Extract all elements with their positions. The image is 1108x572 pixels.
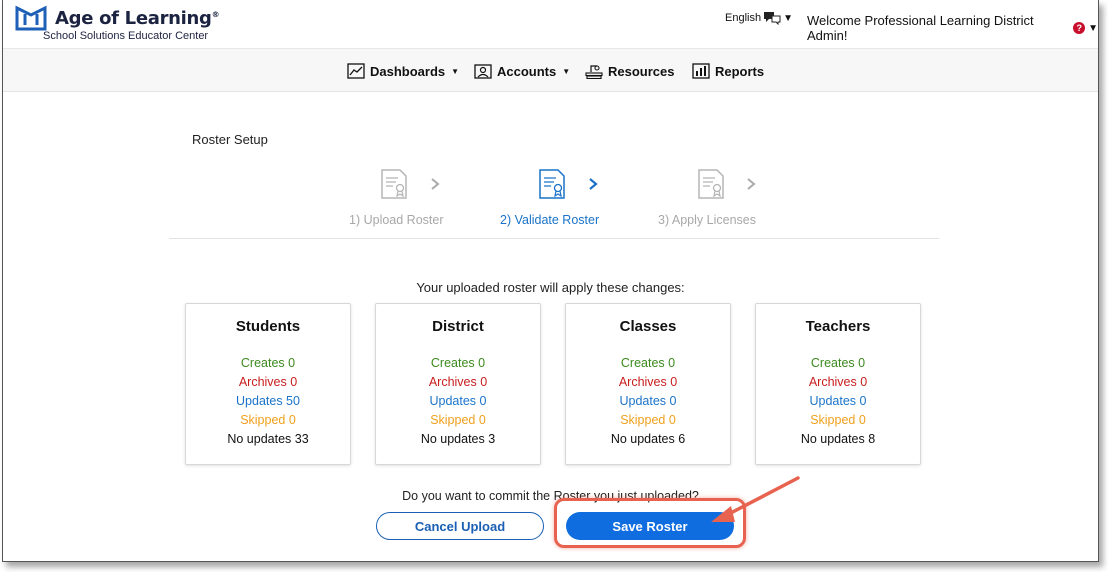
user-menu[interactable]: Welcome Professional Learning District A… bbox=[807, 13, 1098, 43]
divider bbox=[169, 238, 939, 239]
summary-card-district: District Creates 0 Archives 0 Updates 0 … bbox=[375, 303, 541, 465]
chart-icon bbox=[347, 63, 365, 79]
creates-count: Creates 0 bbox=[810, 356, 866, 370]
no-updates-count: No updates 3 bbox=[420, 432, 496, 446]
callout-arrow-icon bbox=[711, 476, 800, 522]
nav-item-resources[interactable]: Resources bbox=[585, 63, 674, 79]
step-label: 2) Validate Roster bbox=[500, 213, 600, 227]
updates-count: Updates 0 bbox=[619, 394, 677, 408]
updates-count: Updates 0 bbox=[809, 394, 867, 408]
document-certificate-icon bbox=[698, 169, 724, 199]
language-label: English bbox=[725, 12, 762, 24]
top-header: Age of Learning® School Solutions Educat… bbox=[3, 0, 1098, 48]
chevron-down-icon: ▼ bbox=[562, 66, 571, 76]
nav-item-label: Reports bbox=[715, 63, 765, 79]
chevron-right-icon bbox=[589, 178, 598, 190]
cancel-upload-button[interactable]: Cancel Upload bbox=[376, 512, 544, 540]
archives-count: Archives 0 bbox=[238, 375, 298, 389]
nav-item-label: Resources bbox=[608, 63, 675, 79]
language-selector[interactable]: English ▼ bbox=[725, 11, 793, 25]
no-updates-count: No updates 8 bbox=[800, 432, 876, 446]
archives-count: Archives 0 bbox=[618, 375, 678, 389]
step-label: 3) Apply Licenses bbox=[658, 213, 756, 227]
skipped-count: Skipped 0 bbox=[430, 413, 486, 427]
nav-item-accounts[interactable]: Accounts ▼ bbox=[474, 63, 570, 79]
nav-item-label: Accounts bbox=[497, 63, 557, 79]
creates-count: Creates 0 bbox=[240, 356, 296, 370]
chevron-right-icon bbox=[431, 178, 440, 190]
chevron-down-icon: ▼ bbox=[783, 12, 793, 24]
nav-item-label: Dashboards bbox=[370, 63, 446, 79]
chevron-right-icon bbox=[747, 178, 756, 190]
accounts-icon bbox=[474, 64, 492, 79]
no-updates-count: No updates 6 bbox=[610, 432, 686, 446]
no-updates-count: No updates 33 bbox=[227, 432, 309, 446]
card-title: Classes bbox=[619, 318, 677, 335]
summary-card-classes: Classes Creates 0 Archives 0 Updates 0 S… bbox=[565, 303, 731, 465]
commit-question: Do you want to commit the Roster you jus… bbox=[402, 489, 699, 503]
nav-item-dashboards[interactable]: Dashboards ▼ bbox=[347, 63, 459, 79]
books-icon bbox=[585, 65, 603, 79]
skipped-count: Skipped 0 bbox=[620, 413, 676, 427]
main-nav: Dashboards ▼ Accounts ▼ Resources Report… bbox=[3, 48, 1098, 92]
nav-item-reports[interactable]: Reports bbox=[692, 63, 764, 79]
step-validate-roster bbox=[537, 168, 567, 200]
document-certificate-icon bbox=[539, 169, 565, 199]
brand-title: Age of Learning® bbox=[55, 8, 220, 29]
card-title: District bbox=[432, 318, 484, 335]
skipped-count: Skipped 0 bbox=[240, 413, 296, 427]
step-apply-licenses bbox=[696, 168, 726, 200]
archives-count: Archives 0 bbox=[428, 375, 488, 389]
app-window: Age of Learning® School Solutions Educat… bbox=[2, 0, 1099, 562]
archives-count: Archives 0 bbox=[808, 375, 868, 389]
language-speech-icon bbox=[764, 12, 781, 25]
summary-card-teachers: Teachers Creates 0 Archives 0 Updates 0 … bbox=[755, 303, 921, 465]
logo-mark-icon bbox=[15, 5, 47, 31]
updates-count: Updates 0 bbox=[429, 394, 487, 408]
creates-count: Creates 0 bbox=[620, 356, 676, 370]
creates-count: Creates 0 bbox=[430, 356, 486, 370]
step-label: 1) Upload Roster bbox=[349, 213, 444, 227]
step-upload-roster bbox=[379, 168, 409, 200]
summary-card-students: Students Creates 0 Archives 0 Updates 50… bbox=[185, 303, 351, 465]
brand-logo[interactable]: Age of Learning® School Solutions Educat… bbox=[15, 4, 220, 42]
updates-count: Updates 50 bbox=[236, 394, 300, 408]
document-certificate-icon bbox=[381, 169, 407, 199]
help-icon[interactable]: ? bbox=[1073, 22, 1086, 34]
welcome-text: Welcome Professional Learning District A… bbox=[807, 13, 1034, 43]
brand-subtitle: School Solutions Educator Center bbox=[43, 30, 209, 42]
card-title: Teachers bbox=[805, 318, 871, 335]
skipped-count: Skipped 0 bbox=[810, 413, 866, 427]
bar-chart-icon bbox=[692, 63, 710, 79]
card-title: Students bbox=[235, 318, 301, 335]
chevron-down-icon: ▼ bbox=[1088, 22, 1098, 34]
chevron-down-icon: ▼ bbox=[451, 66, 460, 76]
changes-intro: Your uploaded roster will apply these ch… bbox=[416, 280, 685, 295]
page-title: Roster Setup bbox=[192, 132, 268, 147]
